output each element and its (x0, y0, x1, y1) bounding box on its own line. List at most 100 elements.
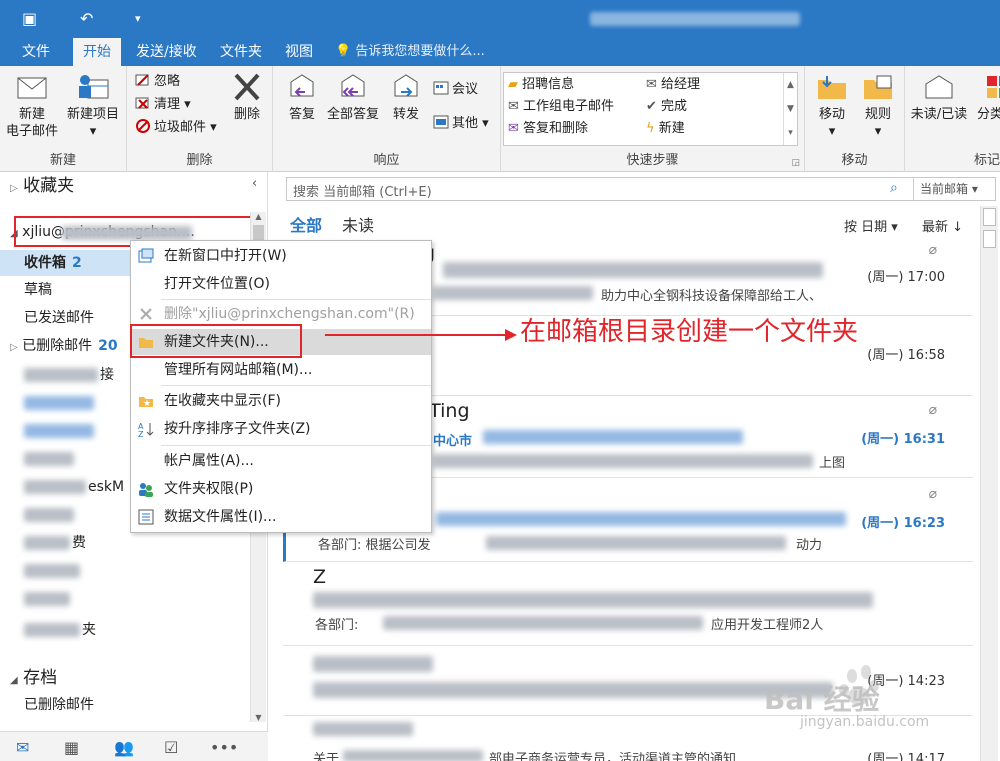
tasks-nav-icon[interactable]: ☑ (164, 738, 178, 757)
menu-item-account-props[interactable]: 帐户属性(A)... (131, 448, 431, 474)
mail-nav-icon[interactable]: ✉ (16, 738, 29, 757)
quickstep-new[interactable]: ϟ 新建 (646, 119, 685, 139)
archive-deleted[interactable]: 已删除邮件 (24, 693, 94, 717)
menu-item-data-file-props[interactable]: 数据文件属性(I)... (131, 504, 431, 530)
quicksteps-gallery: ▰ 招聘信息 ✉ 工作组电子邮件 ✉ 答复和删除 ✉ 给经理 ✔ 完成 ϟ 新建… (503, 72, 798, 146)
folder-deleted[interactable]: ▷ 已删除邮件 20 (10, 334, 118, 358)
sort-order[interactable]: 最新 ↓ (922, 216, 963, 235)
properties-icon (138, 509, 154, 525)
folder-drafts[interactable]: 草稿 (24, 278, 52, 302)
archive-header[interactable]: ◢ 存档 (10, 666, 57, 690)
folder-sent[interactable]: 已发送邮件 (24, 306, 94, 330)
search-box[interactable]: 搜索 当前邮箱 (Ctrl+E) ⌕ 当前邮箱 ▾ (286, 177, 996, 201)
menu-item-folder-perms[interactable]: 文件夹权限(P) (131, 476, 431, 502)
new-email-button[interactable]: 新建 电子邮件 (4, 72, 60, 140)
tab-home[interactable]: 开始 (73, 38, 121, 66)
list-item[interactable]: Z 各部门: 应用开发工程师2人 (283, 562, 973, 646)
more-respond-button[interactable]: 其他 ▾ (433, 114, 489, 134)
scroll-up-icon[interactable]: ▲ (251, 212, 266, 221)
forward-button[interactable]: 转发 (385, 72, 427, 123)
menu-item-sort-subfolders[interactable]: AZ 按升序排序子文件夹(Z) (131, 416, 431, 442)
baidu-watermark: Bai 经验 jingyan.baidu.com (764, 662, 990, 742)
menu-item-show-in-favorites[interactable]: ★ 在收藏夹中显示(F) (131, 388, 431, 414)
ignore-button[interactable]: 忽略 (135, 72, 180, 92)
paperclip-icon: ⌀ (928, 242, 937, 258)
folder-partial-2[interactable]: eskM (88, 475, 124, 499)
junk-button[interactable]: 垃圾邮件 ▾ (135, 118, 217, 138)
navigation-bar: ✉ ▦ 👥 ☑ ••• (0, 731, 268, 761)
new-items-button[interactable]: 新建项目 ▾ (62, 72, 124, 140)
folder-name-blur (24, 396, 94, 410)
mail-preview-blur (486, 536, 786, 550)
lightning-icon: ϟ (646, 121, 655, 136)
quicksteps-scroll[interactable]: ▲ ▼ ▾ (783, 73, 797, 145)
meeting-button[interactable]: 会议 (433, 80, 478, 100)
quickstep-team-email[interactable]: ✉ 工作组电子邮件 (508, 97, 614, 117)
meeting-icon (433, 81, 449, 95)
mail-preview-blur (433, 454, 813, 468)
mail-subject-blur (443, 262, 823, 278)
folder-partial-1[interactable]: 接 (100, 363, 114, 387)
more-nav-icon[interactable]: ••• (210, 738, 238, 757)
cleanup-button[interactable]: 清理 ▾ (135, 95, 191, 115)
menu-item-open-new-window[interactable]: 在新窗口中打开(W) (131, 243, 431, 269)
filter-all[interactable]: 全部 (290, 212, 322, 236)
lightbulb-icon: 💡 (335, 44, 352, 59)
collapse-pane-icon[interactable]: ‹ (252, 176, 257, 191)
group-label-move: 移动 (841, 153, 868, 168)
folder-inbox[interactable]: 收件箱 2 (24, 251, 82, 275)
folder-name-blur (24, 452, 74, 466)
search-scope-dropdown[interactable]: 当前邮箱 ▾ (913, 178, 978, 200)
search-input[interactable]: 搜索 当前邮箱 (Ctrl+E) (293, 181, 432, 200)
quickstep-recruit[interactable]: ▰ 招聘信息 (508, 75, 574, 95)
quickstep-to-manager[interactable]: ✉ 给经理 (646, 75, 700, 95)
scroll-down-icon[interactable]: ▼ (251, 713, 266, 722)
group-label-respond: 响应 (373, 153, 400, 168)
tab-view[interactable]: 视图 (275, 38, 323, 66)
mail-subject-blur (483, 430, 743, 444)
categorize-button[interactable]: 分类 (977, 72, 1000, 123)
folder-partial-3[interactable]: 费 (72, 531, 86, 555)
scroll-thumb[interactable] (983, 230, 996, 248)
rules-button[interactable]: 规则 ▾ (857, 72, 899, 140)
calendar-nav-icon[interactable]: ▦ (64, 738, 79, 757)
unread-read-icon (925, 75, 953, 99)
paperclip-icon: ⌀ (928, 486, 937, 502)
menu-separator (161, 445, 431, 446)
quickstep-reply-delete[interactable]: ✉ 答复和删除 (508, 119, 588, 139)
categorize-icon (987, 76, 1000, 98)
undo-icon[interactable]: ↶ (80, 9, 93, 28)
people-nav-icon[interactable]: 👥 (114, 738, 134, 757)
move-button[interactable]: 移动 ▾ (811, 72, 853, 140)
collapse-triangle-icon: ◢ (10, 675, 18, 686)
scroll-thumb[interactable] (983, 208, 996, 226)
search-icon[interactable]: ⌕ (890, 180, 898, 196)
delete-button[interactable]: 删除 (225, 72, 269, 123)
quick-access-dropdown-icon[interactable]: ▾ (135, 12, 141, 25)
reply-button[interactable]: 答复 (281, 72, 323, 123)
mail-subject-blur (313, 682, 833, 698)
reply-all-button[interactable]: 全部答复 (323, 72, 383, 123)
tab-folder[interactable]: 文件夹 (210, 38, 272, 66)
filter-unread[interactable]: 未读 (342, 212, 374, 236)
new-window-icon (138, 248, 154, 263)
quicksteps-dialog-launcher-icon[interactable]: ◲ (791, 158, 800, 168)
quickstep-done[interactable]: ✔ 完成 (646, 97, 687, 117)
paperclip-icon: ⌀ (928, 402, 937, 418)
more-respond-icon (433, 115, 449, 129)
expand-triangle-icon: ▷ (10, 183, 18, 194)
tab-file[interactable]: 文件 (12, 38, 60, 66)
tell-me-box[interactable]: 💡 告诉我您想要做什么... (335, 38, 485, 66)
ribbon-group-move: 移动 ▾ 规则 ▾ 移动 (805, 66, 905, 172)
sort-by-date[interactable]: 按 日期 ▾ (844, 216, 898, 235)
favorites-header[interactable]: ▷ 收藏夹 (10, 174, 74, 198)
highlight-new-folder-box (130, 324, 302, 358)
expand-triangle-icon: ▷ (10, 342, 18, 353)
tab-send-receive[interactable]: 发送/接收 (126, 38, 207, 66)
menu-item-open-file-location[interactable]: 打开文件位置(O) (131, 271, 431, 297)
unread-read-button[interactable]: 未读/已读 (905, 72, 973, 123)
watermark-brand: Bai 经验 (764, 683, 880, 716)
group-label-delete: 删除 (186, 153, 213, 168)
folder-partial-4[interactable]: 夹 (82, 618, 96, 642)
menu-item-manage-mailboxes[interactable]: 管理所有网站邮箱(M)... (131, 357, 431, 383)
